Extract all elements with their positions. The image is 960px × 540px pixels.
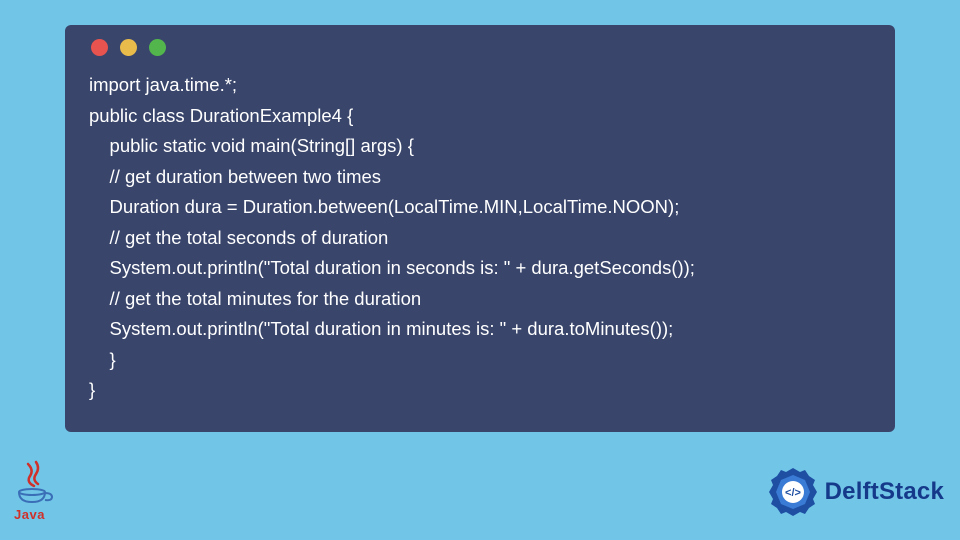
java-logo: Java — [14, 460, 58, 522]
code-block: import java.time.*; public class Duratio… — [65, 66, 895, 414]
delftstack-logo: </> DelftStack — [767, 466, 944, 518]
code-window: import java.time.*; public class Duratio… — [65, 25, 895, 432]
delftstack-gear-icon: </> — [767, 466, 819, 518]
svg-text:</>: </> — [785, 487, 801, 499]
window-titlebar — [65, 25, 895, 66]
close-icon[interactable] — [91, 39, 108, 56]
maximize-icon[interactable] — [149, 39, 166, 56]
java-cup-icon — [14, 460, 54, 506]
delftstack-label: DelftStack — [825, 478, 944, 506]
java-logo-label: Java — [14, 507, 58, 522]
minimize-icon[interactable] — [120, 39, 137, 56]
